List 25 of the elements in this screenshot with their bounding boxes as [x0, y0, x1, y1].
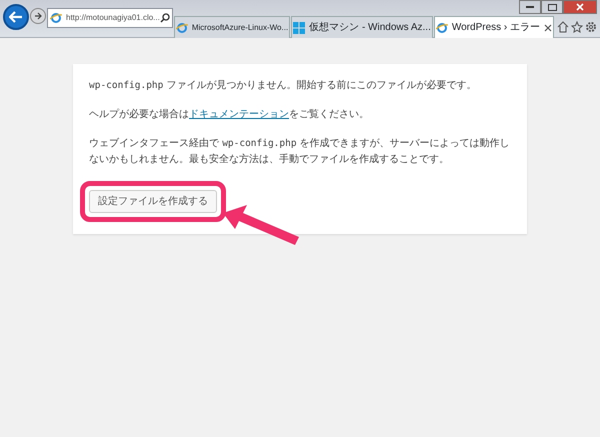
forward-arrow-icon: [34, 12, 42, 20]
paragraph-text: wp-config.php ファイルが見つかりません。開始する前にこのファイルが必要です。: [89, 78, 478, 93]
address-field[interactable]: http://motounagiya01.clo...: [47, 8, 173, 28]
close-icon[interactable]: [544, 24, 552, 32]
settings-icon[interactable]: [585, 21, 597, 33]
forward-button[interactable]: [30, 8, 46, 24]
minimize-button[interactable]: [519, 0, 541, 14]
search-icon[interactable]: [160, 13, 170, 23]
create-config-button[interactable]: 設定ファイルを作成する: [89, 190, 217, 213]
restore-icon: [548, 4, 556, 10]
home-icon[interactable]: [557, 21, 569, 33]
windows-icon: [293, 22, 306, 34]
browser-tab[interactable]: MicrosoftAzure-Linux-Wo...: [174, 16, 290, 38]
minimize-icon: [526, 6, 534, 8]
documentation-link[interactable]: ドキュメンテーション: [189, 109, 289, 120]
restore-button[interactable]: [541, 0, 563, 14]
paragraph-text: ウェブインタフェース経由で wp-config.php を作成できますが、サーバーによっては動作しないかもしれません。最も安全な方法は、手動でファイルを作成することです。: [89, 136, 511, 167]
close-button[interactable]: [563, 0, 597, 14]
back-arrow-icon: [9, 11, 23, 23]
paragraph-text: ヘルプが必要な場合は ドキュメンテーションをご覧ください。: [89, 108, 370, 122]
back-button[interactable]: [3, 4, 29, 30]
browser-tab[interactable]: WordPress › エラー: [434, 16, 554, 38]
star-icon[interactable]: [571, 21, 583, 33]
browser-tab[interactable]: 仮想マシン - Windows Az...: [291, 16, 433, 38]
close-icon: [576, 3, 584, 11]
